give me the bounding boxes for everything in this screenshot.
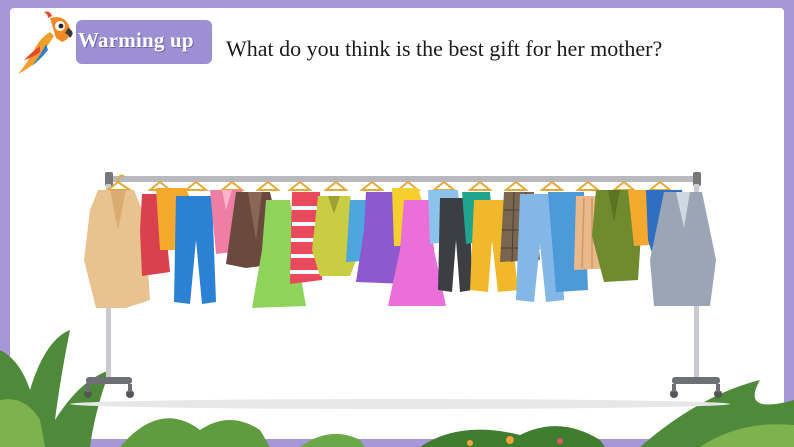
slide-frame: Warming up What do you think is the best…: [0, 0, 794, 447]
clothes-rack-illustration: [70, 172, 730, 409]
